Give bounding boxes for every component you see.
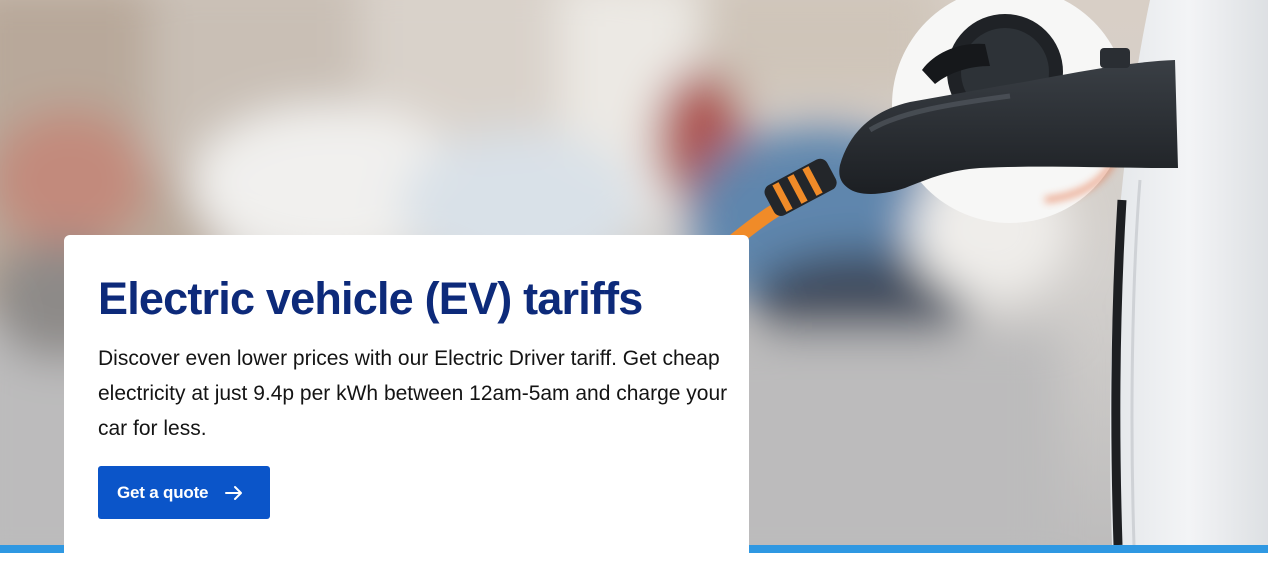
card-title: Electric vehicle (EV) tariffs (98, 273, 643, 324)
card-description: Discover even lower prices with our Elec… (98, 347, 728, 440)
bottom-spacer (0, 553, 1268, 571)
tariff-card: Electric vehicle (EV) tariffs Discover e… (64, 235, 749, 553)
get-a-quote-label: Get a quote (117, 482, 209, 502)
arrow-right-icon (224, 483, 244, 503)
get-a-quote-button[interactable]: Get a quote (98, 466, 270, 519)
